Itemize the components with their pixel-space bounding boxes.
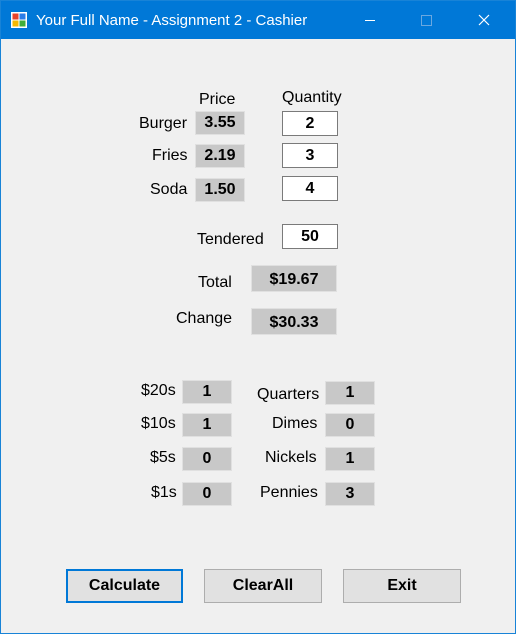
dimes-count: 0	[325, 413, 375, 437]
quarters-count: 1	[325, 381, 375, 405]
change-value: $30.33	[251, 308, 337, 335]
fries-label: Fries	[152, 147, 188, 164]
close-icon	[478, 14, 490, 26]
twenties-count: 1	[182, 380, 232, 404]
fries-price: 2.19	[195, 144, 245, 168]
cashier-window: Your Full Name - Assignment 2 - Cashier …	[0, 0, 516, 634]
tens-count: 1	[182, 413, 232, 437]
change-label: Change	[176, 310, 233, 327]
dimes-label: Dimes	[272, 415, 318, 432]
fives-count: 0	[182, 447, 232, 471]
windows-form-icon	[11, 12, 27, 28]
maximize-icon	[421, 15, 432, 26]
minimize-icon	[365, 20, 375, 21]
ones-count: 0	[182, 482, 232, 506]
soda-label: Soda	[150, 181, 188, 198]
pennies-count: 3	[325, 482, 375, 506]
soda-quantity-input[interactable]	[282, 176, 338, 201]
nickels-count: 1	[325, 447, 375, 471]
price-header: Price	[199, 91, 236, 108]
soda-price: 1.50	[195, 178, 245, 202]
minimize-button[interactable]	[347, 1, 393, 39]
burger-price: 3.55	[195, 111, 245, 135]
fives-label: $5s	[150, 449, 176, 466]
pennies-label: Pennies	[260, 484, 318, 501]
window-title: Your Full Name - Assignment 2 - Cashier	[36, 12, 308, 29]
tendered-label: Tendered	[197, 231, 264, 248]
quantity-header: Quantity	[282, 89, 342, 106]
total-label: Total	[198, 274, 232, 291]
maximize-button[interactable]	[403, 1, 449, 39]
burger-quantity-input[interactable]	[282, 111, 338, 136]
tens-label: $10s	[141, 415, 176, 432]
exit-button[interactable]: Exit	[343, 569, 461, 603]
total-value: $19.67	[251, 265, 337, 292]
burger-label: Burger	[139, 115, 188, 132]
calculate-button[interactable]: Calculate	[66, 569, 183, 603]
twenties-label: $20s	[141, 382, 176, 399]
ones-label: $1s	[151, 484, 177, 501]
nickels-label: Nickels	[265, 449, 317, 466]
clear-all-button[interactable]: ClearAll	[204, 569, 322, 603]
title-bar[interactable]: Your Full Name - Assignment 2 - Cashier	[1, 1, 515, 39]
close-button[interactable]	[461, 1, 507, 39]
tendered-input[interactable]	[282, 224, 338, 249]
quarters-label: Quarters	[257, 386, 320, 403]
fries-quantity-input[interactable]	[282, 143, 338, 168]
